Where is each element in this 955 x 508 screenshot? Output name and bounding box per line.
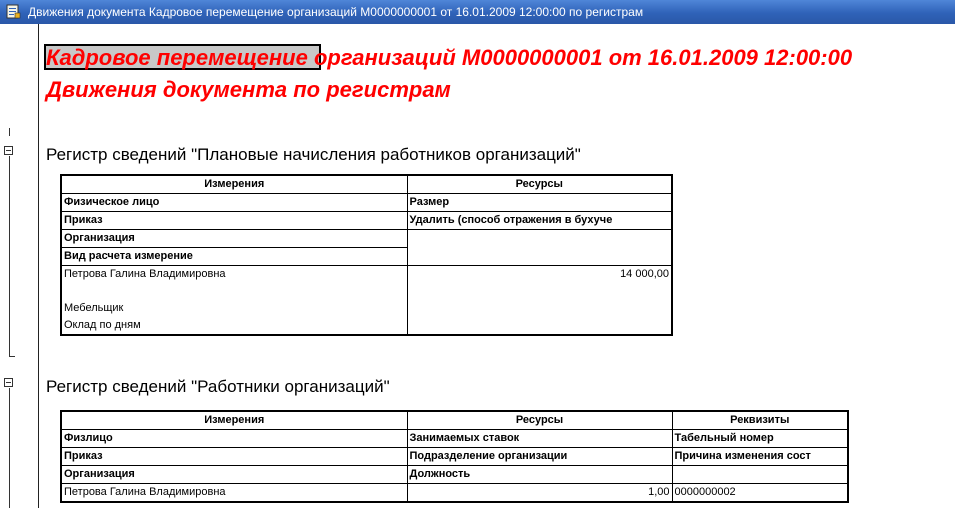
dim-label: Физлицо: [60, 429, 408, 448]
table-row: Петрова Галина Владимировна 14 000,00: [60, 265, 673, 283]
cell-empty[interactable]: [406, 300, 673, 317]
cell-empty[interactable]: [406, 317, 673, 335]
window-title-bar: Движения документа Кадровое перемещение …: [0, 0, 955, 24]
window-title: Движения документа Кадровое перемещение …: [28, 5, 644, 19]
outline-line-register1: [9, 156, 10, 356]
outline-line-register2: [9, 388, 10, 508]
collapse-toggle-register1[interactable]: [4, 146, 13, 155]
document-subtitle: Движения документа по регистрам: [46, 77, 451, 102]
register2-table: Измерения Ресурсы Реквизиты Физлицо Зани…: [60, 410, 849, 503]
res-label-empty: [406, 229, 673, 248]
cell-rate[interactable]: 1,00: [406, 483, 673, 502]
res-label-empty: [406, 247, 673, 266]
outline-end-tick: [9, 356, 15, 357]
register2-title: Регистр сведений "Работники организаций": [46, 377, 390, 396]
prop-label: Причина изменения сост: [671, 447, 849, 466]
res-label: Удалить (способ отражения в бухуче: [406, 211, 673, 230]
register1-table: Измерения Ресурсы Физическое лицо Размер…: [60, 174, 673, 336]
res-label: Занимаемых ставок: [406, 429, 673, 448]
register1-col-resources: Ресурсы: [406, 175, 673, 194]
register2-col-props: Реквизиты: [671, 411, 849, 430]
table-row: Оклад по дням: [60, 317, 673, 335]
register2-col-resources: Ресурсы: [406, 411, 673, 430]
table-row: [60, 283, 673, 300]
register2-col-dimensions: Измерения: [60, 411, 408, 430]
cell[interactable]: Оклад по дням: [60, 317, 408, 335]
document-icon: [6, 4, 21, 19]
cell-amount[interactable]: 14 000,00: [406, 265, 673, 283]
dim-label: Приказ: [60, 211, 408, 230]
prop-label: Табельный номер: [671, 429, 849, 448]
cell-tab-number[interactable]: 0000000002: [671, 483, 849, 502]
cell[interactable]: Мебельщик: [60, 300, 408, 317]
res-label: Должность: [406, 465, 673, 484]
document-title: Кадровое перемещение организаций М000000…: [46, 45, 853, 70]
cell[interactable]: Петрова Галина Владимировна: [60, 483, 408, 502]
register1-col-dimensions: Измерения: [60, 175, 408, 194]
table-row: Мебельщик: [60, 300, 673, 317]
dim-label: Вид расчета измерение: [60, 247, 408, 266]
res-label: Размер: [406, 193, 673, 212]
dim-label: Физическое лицо: [60, 193, 408, 212]
table-row: Петрова Галина Владимировна 1,00 0000000…: [60, 483, 849, 502]
cell[interactable]: Петрова Галина Владимировна: [60, 265, 408, 283]
res-label: Подразделение организации: [406, 447, 673, 466]
cell[interactable]: [60, 283, 408, 300]
dim-label: Приказ: [60, 447, 408, 466]
cell-empty[interactable]: [406, 283, 673, 300]
document-margin-line: [38, 24, 39, 508]
register1-title: Регистр сведений "Плановые начисления ра…: [46, 145, 581, 164]
outline-line-top: [9, 128, 10, 136]
collapse-toggle-register2[interactable]: [4, 378, 13, 387]
dim-label: Организация: [60, 465, 408, 484]
prop-label-empty: [671, 465, 849, 484]
dim-label: Организация: [60, 229, 408, 248]
